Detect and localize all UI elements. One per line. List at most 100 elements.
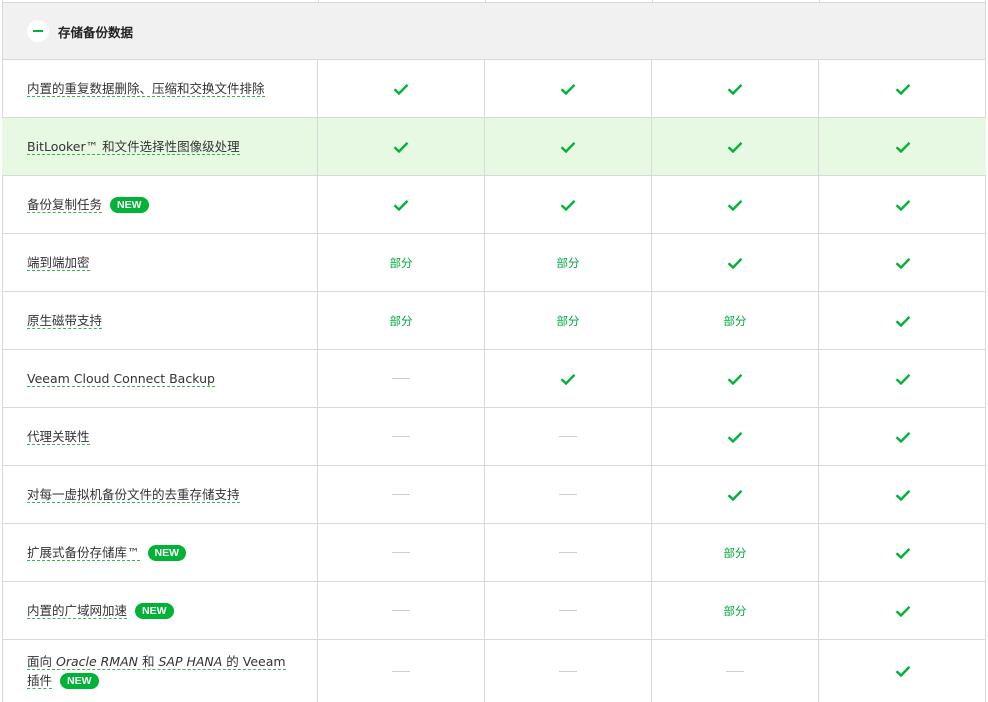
feature-name[interactable]: 对每一虚拟机备份文件的去重存储支持 (27, 485, 240, 504)
edition-cell (818, 408, 986, 465)
partial-support-label: 部分 (389, 255, 413, 270)
not-supported-dash (559, 436, 577, 437)
edition-cell (317, 350, 484, 407)
edition-cell (484, 640, 651, 702)
section-header-storage-backup[interactable]: 存储备份数据 (2, 2, 986, 60)
check-icon (560, 373, 576, 385)
edition-cell (317, 466, 484, 523)
table-row: Veeam Cloud Connect Backup (2, 350, 986, 408)
check-icon (560, 141, 576, 153)
table-row: 扩展式备份存储库™ NEW 部分 (2, 524, 986, 582)
check-icon (895, 605, 911, 617)
minus-icon (33, 30, 43, 32)
table-row: 备份复制任务 NEW (2, 176, 986, 234)
edition-cell (651, 60, 818, 117)
check-icon (727, 489, 743, 501)
feature-name[interactable]: 面向 Oracle RMAN 和 SAP HANA 的 Veeam 插件 NEW (27, 652, 287, 690)
edition-cell (317, 640, 484, 702)
check-icon (895, 489, 911, 501)
not-supported-dash (392, 436, 410, 437)
edition-cell: 部分 (317, 292, 484, 349)
feature-name[interactable]: 原生磁带支持 (27, 311, 103, 330)
edition-cell (484, 176, 651, 233)
feature-cell: 原生磁带支持 (2, 292, 317, 349)
new-badge: NEW (135, 603, 174, 619)
edition-cell (651, 234, 818, 291)
not-supported-dash (559, 552, 577, 553)
edition-cell (317, 60, 484, 117)
edition-cell (484, 350, 651, 407)
feature-table: 内置的重复数据删除、压缩和交换文件排除 BitLooker™ 和文件选择性图像级… (2, 60, 986, 702)
feature-cell: BitLooker™ 和文件选择性图像级处理 (2, 118, 317, 175)
edition-cell (484, 60, 651, 117)
section-title: 存储备份数据 (58, 24, 134, 40)
check-icon (727, 373, 743, 385)
edition-cell (818, 234, 986, 291)
edition-cell (484, 408, 651, 465)
check-icon (895, 315, 911, 327)
edition-cell (317, 176, 484, 233)
edition-cell (818, 466, 986, 523)
edition-cell: 部分 (484, 292, 651, 349)
feature-cell: 端到端加密 (2, 234, 317, 291)
feature-name[interactable]: 扩展式备份存储库™ NEW (27, 543, 187, 562)
feature-cell: 内置的重复数据删除、压缩和交换文件排除 (2, 60, 317, 117)
edition-cell (818, 176, 986, 233)
edition-cell (818, 60, 986, 117)
edition-cell (818, 292, 986, 349)
feature-cell: 代理关联性 (2, 408, 317, 465)
check-icon (895, 373, 911, 385)
check-icon (895, 141, 911, 153)
collapse-section-button[interactable] (27, 20, 49, 42)
feature-name[interactable]: 端到端加密 (27, 253, 90, 272)
edition-cell: 部分 (484, 234, 651, 291)
new-badge: NEW (110, 197, 149, 213)
edition-cell: 部分 (317, 234, 484, 291)
check-icon (560, 83, 576, 95)
not-supported-dash (726, 670, 744, 672)
check-icon (393, 141, 409, 153)
not-supported-dash (392, 378, 410, 379)
check-icon (727, 431, 743, 443)
edition-cell (651, 176, 818, 233)
feature-name[interactable]: BitLooker™ 和文件选择性图像级处理 (27, 137, 240, 156)
check-icon (727, 257, 743, 269)
feature-name[interactable]: 内置的重复数据删除、压缩和交换文件排除 (27, 79, 265, 98)
not-supported-dash (392, 494, 410, 495)
edition-cell (818, 350, 986, 407)
not-supported-dash (559, 494, 577, 495)
check-icon (895, 199, 911, 211)
check-icon (727, 141, 743, 153)
edition-cell: 部分 (651, 524, 818, 581)
edition-cell (651, 350, 818, 407)
edition-cell (818, 524, 986, 581)
check-icon (895, 257, 911, 269)
table-row: 代理关联性 (2, 408, 986, 466)
table-row: BitLooker™ 和文件选择性图像级处理 (2, 118, 986, 176)
not-supported-dash (392, 552, 410, 553)
feature-cell: Veeam Cloud Connect Backup (2, 350, 317, 407)
feature-name[interactable]: 内置的广域网加速 NEW (27, 601, 174, 620)
feature-name[interactable]: Veeam Cloud Connect Backup (27, 369, 215, 388)
partial-support-label: 部分 (389, 313, 413, 328)
feature-cell: 备份复制任务 NEW (2, 176, 317, 233)
partial-support-label: 部分 (556, 313, 580, 328)
check-icon (393, 83, 409, 95)
edition-cell (484, 118, 651, 175)
table-row: 原生磁带支持 部分 部分 部分 (2, 292, 986, 350)
feature-name[interactable]: 备份复制任务 NEW (27, 195, 149, 214)
check-icon (393, 199, 409, 211)
not-supported-dash (392, 670, 410, 672)
table-row: 内置的重复数据删除、压缩和交换文件排除 (2, 60, 986, 118)
new-badge: NEW (60, 673, 99, 689)
feature-cell: 面向 Oracle RMAN 和 SAP HANA 的 Veeam 插件 NEW (2, 640, 317, 702)
edition-cell: 部分 (651, 292, 818, 349)
edition-cell (317, 524, 484, 581)
feature-name[interactable]: 代理关联性 (27, 427, 90, 446)
partial-support-label: 部分 (723, 545, 747, 560)
partial-support-label: 部分 (556, 255, 580, 270)
check-icon (895, 665, 911, 677)
table-row: 面向 Oracle RMAN 和 SAP HANA 的 Veeam 插件 NEW (2, 640, 986, 702)
feature-cell: 内置的广域网加速 NEW (2, 582, 317, 639)
edition-cell (317, 408, 484, 465)
